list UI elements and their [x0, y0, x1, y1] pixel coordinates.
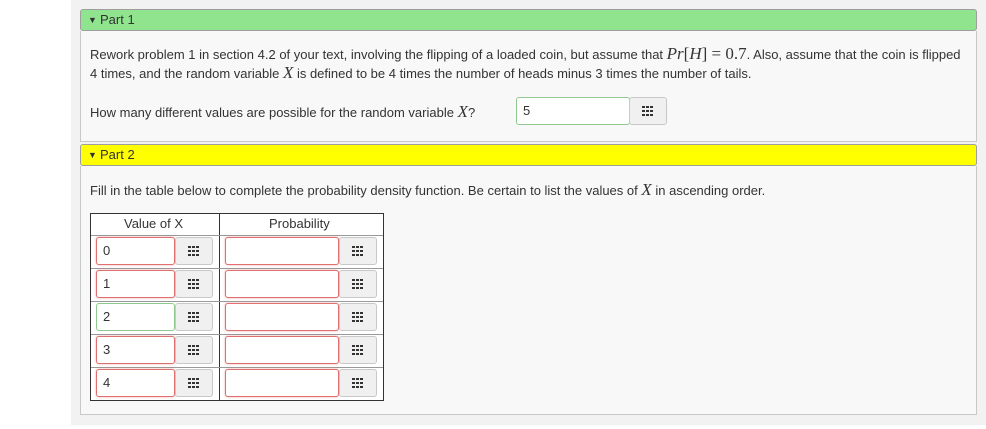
part1-panel: Rework problem 1 in section 4.2 of your … — [80, 31, 977, 142]
row-divider — [91, 235, 383, 236]
part1-title: Part 1 — [100, 12, 135, 27]
keypad-button[interactable] — [175, 237, 213, 265]
value-input-row-2[interactable]: 1 — [96, 270, 175, 298]
part2-title: Part 2 — [100, 147, 135, 162]
part1-header[interactable]: ▼ Part 1 — [80, 9, 977, 31]
header-value-of-x: Value of X — [124, 216, 184, 231]
probability-input-row-3[interactable] — [225, 303, 339, 331]
keypad-grid-icon — [352, 345, 364, 355]
keypad-grid-icon — [642, 106, 654, 116]
probability-input-row-4[interactable] — [225, 336, 339, 364]
row-divider — [91, 268, 383, 269]
probability-input-row-1[interactable] — [225, 237, 339, 265]
value-input-row-3[interactable]: 2 — [96, 303, 175, 331]
keypad-grid-icon — [352, 378, 364, 388]
keypad-grid-icon — [352, 279, 364, 289]
value-input-row-5[interactable]: 4 — [96, 369, 175, 397]
part1-problem-text: Rework problem 1 in section 4.2 of your … — [90, 44, 961, 82]
row-divider — [91, 367, 383, 368]
keypad-button[interactable] — [339, 303, 377, 331]
part2-header[interactable]: ▼ Part 2 — [80, 144, 977, 166]
keypad-grid-icon — [188, 246, 200, 256]
pdf-table: Value of X Probability 0 1 2 3 4 — [90, 213, 384, 401]
keypad-grid-icon — [188, 312, 200, 322]
keypad-grid-icon — [188, 279, 200, 289]
keypad-grid-icon — [352, 312, 364, 322]
keypad-grid-icon — [352, 246, 364, 256]
row-divider — [91, 301, 383, 302]
part1-answer-input[interactable]: 5 — [516, 97, 630, 125]
keypad-button[interactable] — [175, 336, 213, 364]
value-input-row-4[interactable]: 3 — [96, 336, 175, 364]
header-probability: Probability — [269, 216, 330, 231]
triangle-down-icon[interactable]: ▼ — [88, 145, 97, 165]
keypad-grid-icon — [188, 378, 200, 388]
keypad-button[interactable] — [339, 369, 377, 397]
value-input-row-1[interactable]: 0 — [96, 237, 175, 265]
keypad-button[interactable] — [175, 369, 213, 397]
keypad-button[interactable] — [175, 270, 213, 298]
part2-instruction: Fill in the table below to complete the … — [90, 180, 766, 199]
keypad-button[interactable] — [175, 303, 213, 331]
triangle-down-icon[interactable]: ▼ — [88, 10, 97, 30]
keypad-button[interactable] — [629, 97, 667, 125]
probability-input-row-2[interactable] — [225, 270, 339, 298]
probability-input-row-5[interactable] — [225, 369, 339, 397]
keypad-button[interactable] — [339, 237, 377, 265]
part2-panel: Fill in the table below to complete the … — [80, 166, 977, 415]
keypad-grid-icon — [188, 345, 200, 355]
row-divider — [91, 334, 383, 335]
column-divider — [219, 214, 220, 400]
keypad-button[interactable] — [339, 336, 377, 364]
keypad-button[interactable] — [339, 270, 377, 298]
